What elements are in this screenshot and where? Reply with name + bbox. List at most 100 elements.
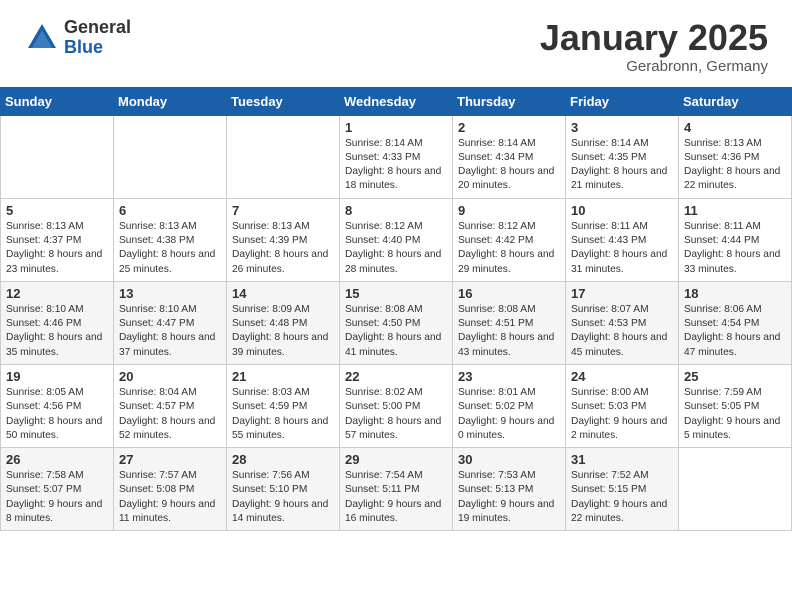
day-info: Sunrise: 8:11 AMSunset: 4:43 PMDaylight:…	[571, 220, 673, 277]
title-block: January 2025 Gerabronn, Germany	[540, 18, 768, 75]
day-number: 8	[345, 203, 447, 218]
day-cell	[114, 115, 227, 198]
header: General Blue January 2025 Gerabronn, Ger…	[0, 0, 792, 81]
day-number: 14	[232, 286, 334, 301]
day-cell: 20 Sunrise: 8:04 AMSunset: 4:57 PMDayligh…	[114, 364, 227, 447]
day-number: 23	[458, 369, 560, 384]
day-number: 11	[684, 203, 786, 218]
day-info: Sunrise: 8:13 AMSunset: 4:36 PMDaylight:…	[684, 137, 786, 194]
day-number: 7	[232, 203, 334, 218]
col-monday: Monday	[114, 87, 227, 115]
week-row-1: 5 Sunrise: 8:13 AMSunset: 4:37 PMDaylight…	[1, 198, 792, 281]
day-info: Sunrise: 8:07 AMSunset: 4:53 PMDaylight:…	[571, 303, 673, 360]
day-cell: 1Sunrise: 8:14 AMSunset: 4:33 PMDaylight…	[340, 115, 453, 198]
day-info: Sunrise: 8:01 AMSunset: 5:02 PMDaylight:…	[458, 386, 560, 443]
day-number: 22	[345, 369, 447, 384]
day-cell: 4Sunrise: 8:13 AMSunset: 4:36 PMDaylight…	[679, 115, 792, 198]
day-cell: 15 Sunrise: 8:08 AMSunset: 4:50 PMDayligh…	[340, 281, 453, 364]
col-saturday: Saturday	[679, 87, 792, 115]
col-wednesday: Wednesday	[340, 87, 453, 115]
day-cell: 14 Sunrise: 8:09 AMSunset: 4:48 PMDayligh…	[227, 281, 340, 364]
day-number: 6	[119, 203, 221, 218]
col-tuesday: Tuesday	[227, 87, 340, 115]
day-info: Sunrise: 8:09 AMSunset: 4:48 PMDaylight:…	[232, 303, 334, 360]
day-number: 20	[119, 369, 221, 384]
day-info: Sunrise: 8:04 AMSunset: 4:57 PMDaylight:…	[119, 386, 221, 443]
logo-icon	[24, 20, 60, 56]
logo-general: General	[64, 17, 131, 37]
day-cell	[679, 448, 792, 531]
day-info: Sunrise: 7:57 AMSunset: 5:08 PMDaylight:…	[119, 469, 221, 526]
day-info: Sunrise: 8:13 AMSunset: 4:37 PMDaylight:…	[6, 220, 108, 277]
day-cell: 5 Sunrise: 8:13 AMSunset: 4:37 PMDaylight…	[1, 198, 114, 281]
day-cell: 3Sunrise: 8:14 AMSunset: 4:35 PMDaylight…	[566, 115, 679, 198]
day-info: Sunrise: 8:08 AMSunset: 4:50 PMDaylight:…	[345, 303, 447, 360]
day-info: Sunrise: 8:05 AMSunset: 4:56 PMDaylight:…	[6, 386, 108, 443]
day-number: 18	[684, 286, 786, 301]
day-info: Sunrise: 8:10 AMSunset: 4:47 PMDaylight:…	[119, 303, 221, 360]
col-friday: Friday	[566, 87, 679, 115]
day-number: 31	[571, 452, 673, 467]
day-cell: 9 Sunrise: 8:12 AMSunset: 4:42 PMDaylight…	[453, 198, 566, 281]
day-info: Sunrise: 8:08 AMSunset: 4:51 PMDaylight:…	[458, 303, 560, 360]
location: Gerabronn, Germany	[540, 58, 768, 75]
day-cell: 23 Sunrise: 8:01 AMSunset: 5:02 PMDayligh…	[453, 364, 566, 447]
day-number: 5	[6, 203, 108, 218]
day-cell: 11 Sunrise: 8:11 AMSunset: 4:44 PMDayligh…	[679, 198, 792, 281]
day-info: Sunrise: 8:00 AMSunset: 5:03 PMDaylight:…	[571, 386, 673, 443]
week-row-0: 1Sunrise: 8:14 AMSunset: 4:33 PMDaylight…	[1, 115, 792, 198]
logo-text: General Blue	[64, 18, 131, 58]
day-cell: 2 Sunrise: 8:14 AMSunset: 4:34 PMDaylight…	[453, 115, 566, 198]
day-number: 16	[458, 286, 560, 301]
day-info: Sunrise: 7:54 AMSunset: 5:11 PMDaylight:…	[345, 469, 447, 526]
day-number: 9	[458, 203, 560, 218]
logo-blue: Blue	[64, 37, 103, 57]
day-number: 3	[571, 120, 673, 135]
day-info: Sunrise: 7:56 AMSunset: 5:10 PMDaylight:…	[232, 469, 334, 526]
day-number: 13	[119, 286, 221, 301]
day-cell	[1, 115, 114, 198]
week-row-2: 12 Sunrise: 8:10 AMSunset: 4:46 PMDayligh…	[1, 281, 792, 364]
day-cell: 31 Sunrise: 7:52 AMSunset: 5:15 PMDayligh…	[566, 448, 679, 531]
day-number: 26	[6, 452, 108, 467]
day-cell: 10 Sunrise: 8:11 AMSunset: 4:43 PMDayligh…	[566, 198, 679, 281]
day-info: Sunrise: 7:52 AMSunset: 5:15 PMDaylight:…	[571, 469, 673, 526]
header-row: Sunday Monday Tuesday Wednesday Thursday…	[1, 87, 792, 115]
day-number: 25	[684, 369, 786, 384]
day-info: Sunrise: 8:12 AMSunset: 4:40 PMDaylight:…	[345, 220, 447, 277]
day-cell	[227, 115, 340, 198]
day-number: 2	[458, 120, 560, 135]
day-info: Sunrise: 8:13 AMSunset: 4:39 PMDaylight:…	[232, 220, 334, 277]
day-cell: 30 Sunrise: 7:53 AMSunset: 5:13 PMDayligh…	[453, 448, 566, 531]
day-number: 12	[6, 286, 108, 301]
day-cell: 21Sunrise: 8:03 AMSunset: 4:59 PMDayligh…	[227, 364, 340, 447]
week-row-4: 26Sunrise: 7:58 AMSunset: 5:07 PMDayligh…	[1, 448, 792, 531]
day-cell: 6 Sunrise: 8:13 AMSunset: 4:38 PMDaylight…	[114, 198, 227, 281]
col-thursday: Thursday	[453, 87, 566, 115]
day-info: Sunrise: 8:12 AMSunset: 4:42 PMDaylight:…	[458, 220, 560, 277]
day-info: Sunrise: 8:14 AMSunset: 4:34 PMDaylight:…	[458, 137, 560, 194]
day-cell: 24Sunrise: 8:00 AMSunset: 5:03 PMDayligh…	[566, 364, 679, 447]
day-info: Sunrise: 8:13 AMSunset: 4:38 PMDaylight:…	[119, 220, 221, 277]
logo: General Blue	[24, 18, 131, 58]
day-number: 27	[119, 452, 221, 467]
page: General Blue January 2025 Gerabronn, Ger…	[0, 0, 792, 612]
day-number: 10	[571, 203, 673, 218]
day-info: Sunrise: 7:53 AMSunset: 5:13 PMDaylight:…	[458, 469, 560, 526]
day-number: 1	[345, 120, 447, 135]
day-info: Sunrise: 7:59 AMSunset: 5:05 PMDaylight:…	[684, 386, 786, 443]
day-cell: 19Sunrise: 8:05 AMSunset: 4:56 PMDayligh…	[1, 364, 114, 447]
day-info: Sunrise: 8:10 AMSunset: 4:46 PMDaylight:…	[6, 303, 108, 360]
day-cell: 13 Sunrise: 8:10 AMSunset: 4:47 PMDayligh…	[114, 281, 227, 364]
col-sunday: Sunday	[1, 87, 114, 115]
day-cell: 17 Sunrise: 8:07 AMSunset: 4:53 PMDayligh…	[566, 281, 679, 364]
day-cell: 25 Sunrise: 7:59 AMSunset: 5:05 PMDayligh…	[679, 364, 792, 447]
day-info: Sunrise: 8:11 AMSunset: 4:44 PMDaylight:…	[684, 220, 786, 277]
day-info: Sunrise: 8:02 AMSunset: 5:00 PMDaylight:…	[345, 386, 447, 443]
day-number: 30	[458, 452, 560, 467]
day-number: 15	[345, 286, 447, 301]
day-info: Sunrise: 8:06 AMSunset: 4:54 PMDaylight:…	[684, 303, 786, 360]
day-number: 17	[571, 286, 673, 301]
day-cell: 8 Sunrise: 8:12 AMSunset: 4:40 PMDaylight…	[340, 198, 453, 281]
month-title: January 2025	[540, 18, 768, 58]
